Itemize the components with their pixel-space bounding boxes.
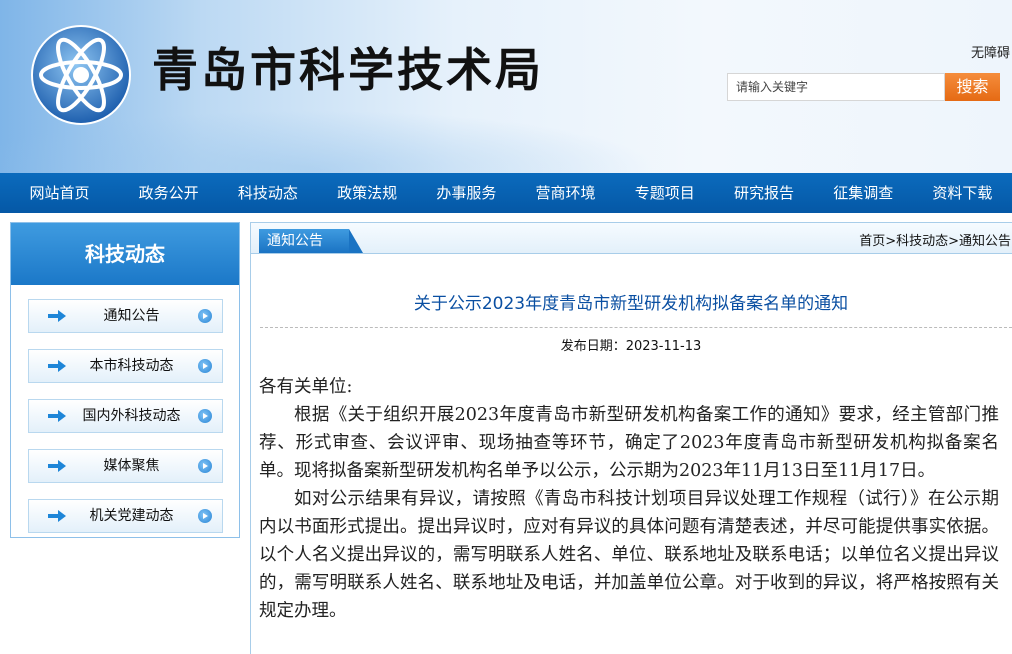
nav-item-home[interactable]: 网站首页 bbox=[0, 173, 119, 213]
article-panel: 通知公告 首页>科技动态>通知公告 关于公示2023年度青岛市新型研发机构拟备案… bbox=[250, 222, 1012, 654]
site-title: 青岛市科学技术局 bbox=[152, 43, 544, 97]
sidebar-item-media-focus[interactable]: 媒体聚焦 bbox=[28, 449, 223, 483]
chevron-circle-icon bbox=[198, 309, 212, 323]
article-greeting: 各有关单位: bbox=[259, 377, 353, 397]
chevron-circle-icon bbox=[198, 409, 212, 423]
sidebar-item-notices[interactable]: 通知公告 bbox=[28, 299, 223, 333]
site-header: 青岛市科学技术局 无障碍 搜索 bbox=[0, 0, 1012, 173]
sidebar-item-world-tech-news[interactable]: 国内外科技动态 bbox=[28, 399, 223, 433]
arrow-right-icon bbox=[48, 410, 66, 422]
article-paragraph: 如对公示结果有异议，请按照《青岛市科技计划项目异议处理工作规程（试行）》在公示期… bbox=[259, 489, 999, 621]
sidebar-item-label: 通知公告 bbox=[103, 308, 160, 324]
nav-item-special-projects[interactable]: 专题项目 bbox=[615, 173, 714, 213]
chevron-circle-icon bbox=[198, 509, 212, 523]
sidebar-item-label: 媒体聚焦 bbox=[103, 458, 160, 474]
bureau-logo-icon[interactable] bbox=[30, 24, 132, 126]
arrow-right-icon bbox=[48, 360, 66, 372]
chevron-circle-icon bbox=[198, 359, 212, 373]
nav-item-policies[interactable]: 政策法规 bbox=[318, 173, 417, 213]
breadcrumb[interactable]: 首页>科技动态>通知公告 bbox=[859, 230, 1011, 249]
nav-item-government-affairs[interactable]: 政务公开 bbox=[119, 173, 218, 213]
nav-item-business-environment[interactable]: 营商环境 bbox=[516, 173, 615, 213]
sidebar-item-label: 国内外科技动态 bbox=[82, 408, 181, 424]
search-input[interactable] bbox=[728, 74, 944, 100]
arrow-right-icon bbox=[48, 460, 66, 472]
nav-item-services[interactable]: 办事服务 bbox=[417, 173, 516, 213]
publish-date: 发布日期：2023-11-13 bbox=[560, 339, 702, 354]
title-divider bbox=[260, 327, 1012, 328]
article-paragraph: 根据《关于组织开展2023年度青岛市新型研发机构备案工作的通知》要求，经主管部门… bbox=[259, 405, 999, 481]
article-title: 关于公示2023年度青岛市新型研发机构拟备案名单的通知 bbox=[413, 294, 849, 314]
main-nav: 网站首页 政务公开 科技动态 政策法规 办事服务 营商环境 专题项目 研究报告 … bbox=[0, 173, 1012, 213]
nav-item-downloads[interactable]: 资料下载 bbox=[913, 173, 1012, 213]
accessibility-link[interactable]: 无障碍 bbox=[971, 42, 1010, 61]
sidebar-title: 科技动态 bbox=[11, 223, 239, 285]
sidebar: 科技动态 通知公告 本市科技动态 国内外科技动态 媒体聚焦 机关党建动态 bbox=[10, 222, 240, 538]
nav-item-surveys[interactable]: 征集调查 bbox=[814, 173, 913, 213]
article-body: 各有关单位: 根据《关于组织开展2023年度青岛市新型研发机构备案工作的通知》要… bbox=[259, 373, 999, 625]
search-box bbox=[727, 73, 945, 101]
sidebar-item-party-news[interactable]: 机关党建动态 bbox=[28, 499, 223, 533]
sidebar-item-label: 本市科技动态 bbox=[89, 358, 174, 374]
nav-item-tech-news[interactable]: 科技动态 bbox=[218, 173, 317, 213]
arrow-right-icon bbox=[48, 510, 66, 522]
nav-item-research-reports[interactable]: 研究报告 bbox=[714, 173, 813, 213]
sidebar-item-label: 机关党建动态 bbox=[89, 508, 174, 524]
panel-tab-bar: 通知公告 首页>科技动态>通知公告 bbox=[251, 223, 1012, 254]
chevron-circle-icon bbox=[198, 459, 212, 473]
sidebar-item-local-tech-news[interactable]: 本市科技动态 bbox=[28, 349, 223, 383]
arrow-right-icon bbox=[48, 310, 66, 322]
search-button[interactable]: 搜索 bbox=[945, 73, 1000, 101]
tab-notices[interactable]: 通知公告 bbox=[259, 229, 363, 253]
